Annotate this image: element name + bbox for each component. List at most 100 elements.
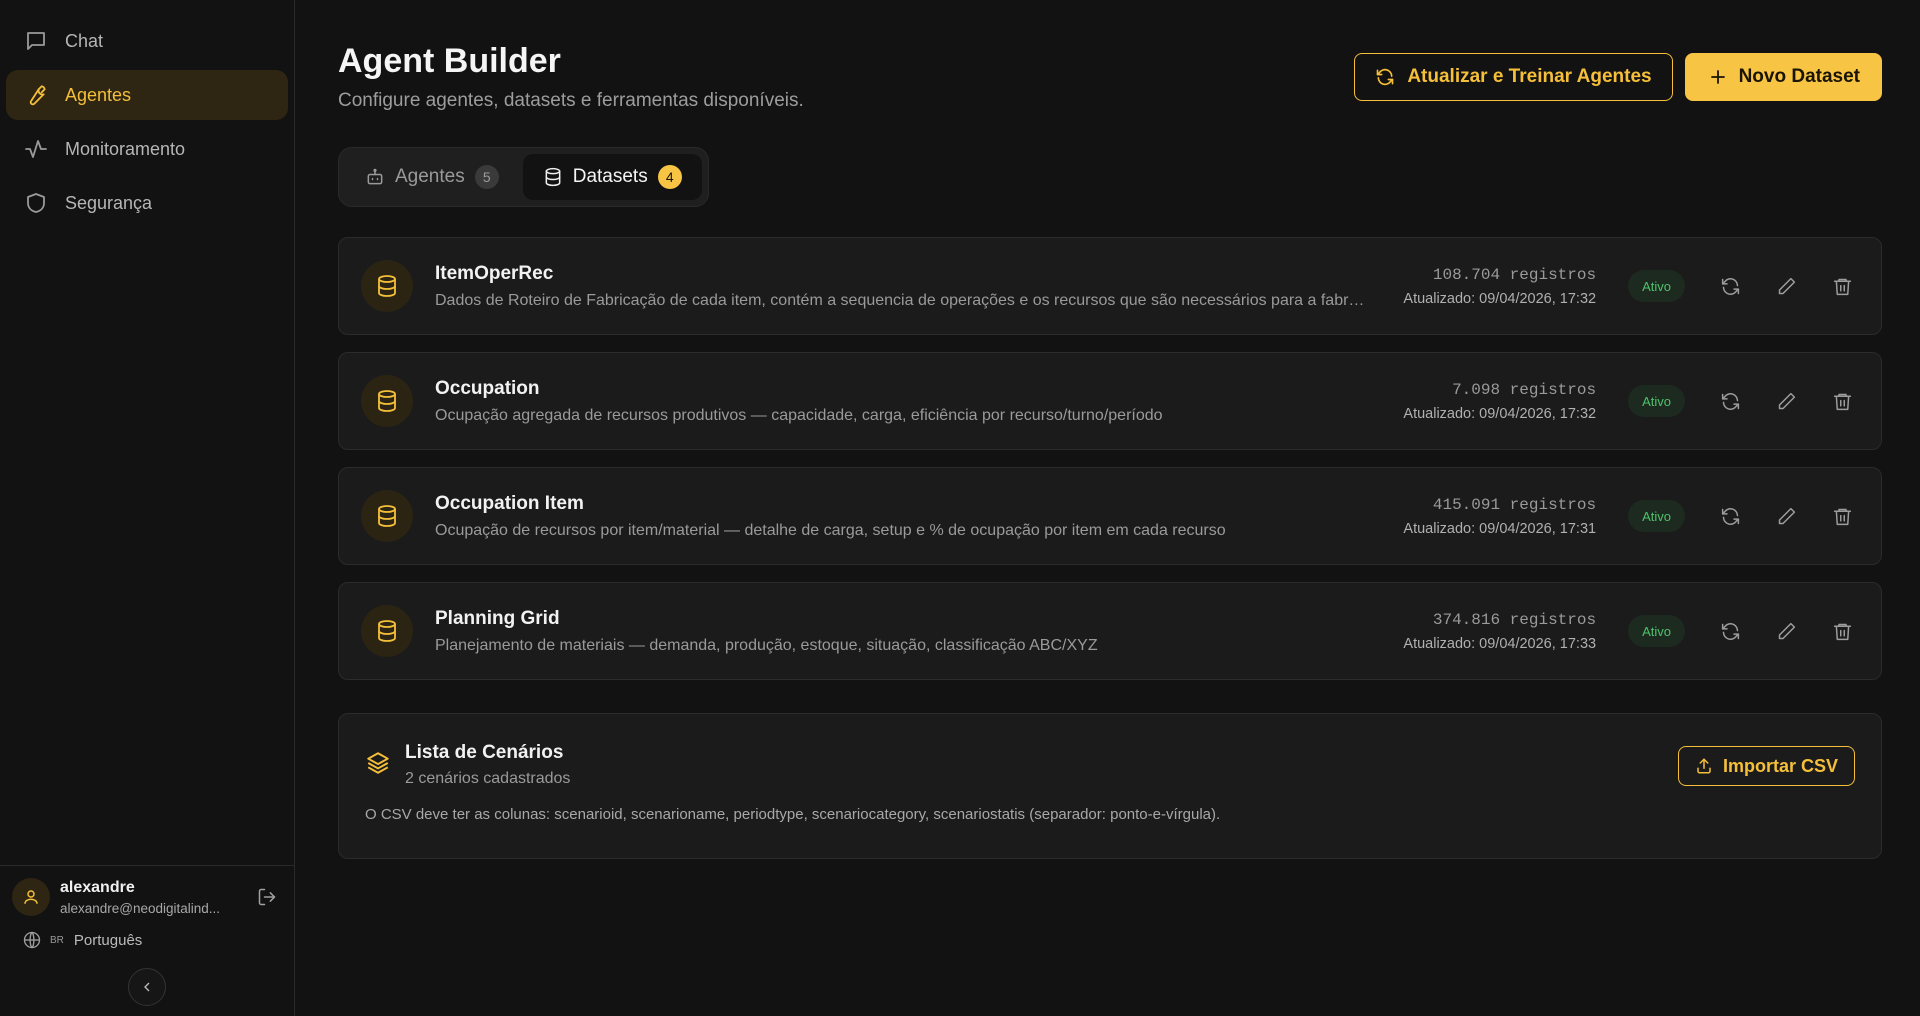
dataset-records: 374.816 registros (1432, 610, 1597, 629)
database-icon (545, 167, 561, 187)
trash-icon (1833, 508, 1851, 525)
dataset-description: Planejamento de materiais — demanda, pro… (435, 636, 1098, 654)
dataset-description: Ocupação de recursos por item/material —… (435, 521, 1226, 539)
scenarios-header: Lista de Cenários 2 cenários cadastrados (365, 742, 1855, 788)
scenarios-subtitle: 2 cenários cadastrados (405, 770, 571, 787)
refresh-icon (1376, 68, 1394, 86)
globe-icon (23, 931, 41, 949)
delete-button[interactable] (1823, 497, 1861, 535)
delete-button[interactable] (1823, 612, 1861, 650)
header-actions: Atualizar e Treinar Agentes Novo Dataset (1354, 53, 1882, 101)
new-dataset-label: Novo Dataset (1738, 66, 1860, 87)
tab-agentes[interactable]: Agentes 5 (345, 154, 519, 200)
page-subtitle: Configure agentes, datasets e ferramenta… (338, 90, 804, 111)
dataset-card[interactable]: Occupation Ocupação agregada de recursos… (338, 352, 1882, 450)
user-name: alexandre (60, 878, 135, 896)
language-selector[interactable]: BR Português (12, 930, 282, 950)
sidebar-item-label: Segurança (65, 192, 153, 213)
refresh-icon (1721, 392, 1739, 410)
tab-label: Agentes (395, 166, 465, 187)
database-icon (378, 505, 396, 527)
dataset-card[interactable]: Planning Grid Planejamento de materiais … (338, 582, 1882, 680)
sidebar-item-agentes[interactable]: Agentes (6, 70, 288, 120)
dataset-meta: 108.704 registros Atualizado: 09/04/2026… (1403, 266, 1596, 307)
scenarios-note: O CSV deve ter as colunas: scenarioid, s… (365, 806, 1221, 823)
sidebar-nav: Chat Agentes Monitoramento Segurança (0, 0, 294, 228)
dataset-description: Ocupação agregada de recursos produtivos… (435, 406, 1163, 424)
dataset-name: Occupation (435, 377, 540, 399)
sync-button[interactable] (1711, 382, 1749, 420)
dataset-meta: 415.091 registros Atualizado: 09/04/2026… (1403, 496, 1596, 537)
sidebar-item-label: Chat (65, 30, 104, 51)
status-badge: Ativo (1628, 615, 1685, 647)
sidebar-item-monitoramento[interactable]: Monitoramento (6, 124, 288, 174)
tab-bar: Agentes 5 Datasets 4 (338, 147, 709, 207)
dataset-card[interactable]: Occupation Item Ocupação de recursos por… (338, 467, 1882, 565)
layers-icon (367, 751, 389, 774)
sidebar-footer: alexandre alexandre@neodigitalind... BR … (0, 865, 294, 1016)
plus-icon (1710, 70, 1725, 84)
dataset-text: Planning Grid Planejamento de materiais … (435, 608, 1379, 655)
delete-button[interactable] (1823, 267, 1861, 305)
sidebar-item-chat[interactable]: Chat (6, 16, 288, 66)
user-profile: alexandre alexandre@neodigitalind... (12, 878, 282, 916)
logout-button[interactable] (252, 882, 282, 912)
dataset-records: 7.098 registros (1452, 380, 1597, 399)
upload-icon (1697, 758, 1711, 774)
status-badge: Ativo (1628, 385, 1685, 417)
refresh-train-button[interactable]: Atualizar e Treinar Agentes (1354, 53, 1673, 101)
trash-icon (1833, 278, 1851, 295)
user-email: alexandre@neodigitalind... (60, 900, 221, 916)
sidebar: Chat Agentes Monitoramento Segurança ale… (0, 0, 295, 1016)
layers-icon-wrap (365, 750, 391, 781)
header-text: Agent Builder Configure agentes, dataset… (338, 42, 804, 112)
dataset-updated: Atualizado: 09/04/2026, 17:31 (1403, 520, 1597, 537)
dataset-icon-wrap (361, 490, 413, 542)
edit-button[interactable] (1767, 382, 1805, 420)
dataset-updated: Atualizado: 09/04/2026, 17:33 (1403, 635, 1597, 652)
delete-button[interactable] (1823, 382, 1861, 420)
sync-button[interactable] (1711, 267, 1749, 305)
dataset-meta: 374.816 registros Atualizado: 09/04/2026… (1403, 611, 1596, 652)
edit-button[interactable] (1767, 612, 1805, 650)
new-dataset-button[interactable]: Novo Dataset (1684, 53, 1882, 101)
dataset-name: Occupation Item (435, 492, 584, 514)
database-icon (378, 390, 396, 412)
page-header: Agent Builder Configure agentes, dataset… (338, 42, 1882, 112)
edit-button[interactable] (1767, 267, 1805, 305)
sync-button[interactable] (1711, 497, 1749, 535)
dataset-icon-wrap (361, 260, 413, 312)
pencil-icon (1778, 392, 1795, 409)
import-csv-button[interactable]: Importar CSV (1677, 746, 1855, 786)
dataset-text: ItemOperRec Dados de Roteiro de Fabricaç… (435, 263, 1379, 310)
app-root: Chat Agentes Monitoramento Segurança ale… (0, 0, 1920, 1016)
scenarios-panel: Lista de Cenários 2 cenários cadastrados… (338, 713, 1882, 859)
sidebar-item-seguranca[interactable]: Segurança (6, 178, 288, 228)
status-badge: Ativo (1628, 500, 1685, 532)
dataset-card[interactable]: ItemOperRec Dados de Roteiro de Fabricaç… (338, 237, 1882, 335)
collapse-sidebar-button[interactable] (128, 968, 166, 1006)
dataset-icon-wrap (361, 375, 413, 427)
import-csv-label: Importar CSV (1722, 755, 1838, 776)
trash-icon (1833, 623, 1851, 640)
dataset-name: ItemOperRec (435, 262, 554, 284)
dataset-updated: Atualizado: 09/04/2026, 17:32 (1403, 405, 1597, 422)
activity-icon (25, 140, 47, 158)
tab-datasets[interactable]: Datasets 4 (522, 154, 702, 200)
wrench-icon (29, 85, 46, 106)
edit-button[interactable] (1767, 497, 1805, 535)
pencil-icon (1778, 622, 1795, 639)
dataset-actions (1711, 612, 1861, 650)
collapse-wrap (12, 968, 282, 1006)
dataset-actions (1711, 267, 1861, 305)
shield-icon (27, 193, 45, 213)
dataset-description: Dados de Roteiro de Fabricação de cada i… (435, 291, 1365, 309)
sync-button[interactable] (1711, 612, 1749, 650)
pencil-icon (1778, 507, 1795, 524)
trash-icon (1833, 393, 1851, 410)
tab-count-badge: 5 (474, 165, 499, 189)
scenarios-titles: Lista de Cenários 2 cenários cadastrados (405, 742, 570, 788)
refresh-icon (1721, 507, 1739, 525)
dataset-actions (1711, 382, 1861, 420)
status-badge: Ativo (1628, 270, 1685, 302)
